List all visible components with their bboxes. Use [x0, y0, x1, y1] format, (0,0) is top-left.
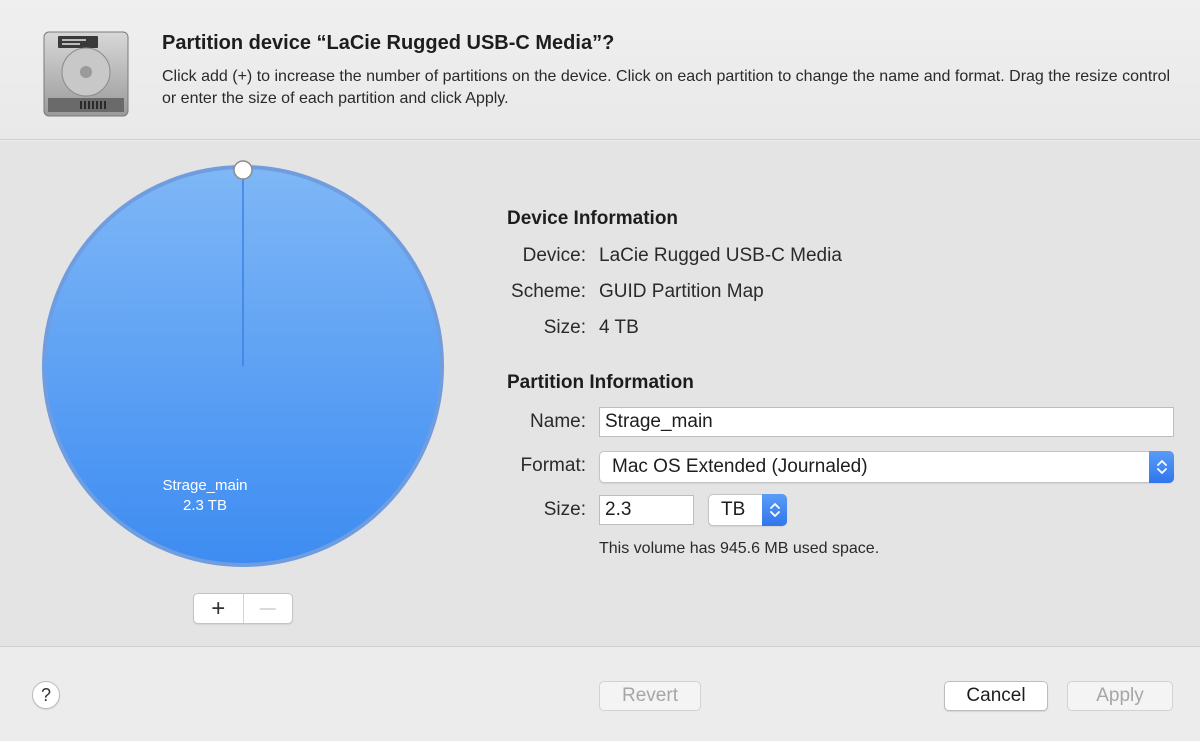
add-remove-partition-control: + — — [193, 593, 293, 624]
partition-info-heading: Partition Information — [507, 372, 694, 393]
revert-button[interactable]: Revert — [599, 681, 701, 711]
chevron-up-down-icon — [1149, 451, 1174, 483]
name-label: Name: — [530, 411, 586, 432]
device-size-label: Size: — [543, 317, 586, 338]
dialog-description: Click add (+) to increase the number of … — [162, 68, 1171, 107]
add-partition-button[interactable]: + — [194, 594, 243, 623]
resize-handle[interactable] — [233, 160, 253, 180]
partition-panel: Strage_main 2.3 TB + — Device Informatio… — [0, 141, 1200, 647]
size-unit-value: TB — [721, 499, 746, 520]
help-button[interactable]: ? — [32, 681, 60, 709]
pie-partition-label: Strage_main 2.3 TB — [143, 476, 267, 516]
scheme-label: Scheme: — [511, 281, 586, 302]
partition-size-field[interactable]: 2.3 — [599, 495, 694, 525]
format-popup[interactable]: Mac OS Extended (Journaled) — [599, 451, 1174, 483]
partition-size-label: Size: — [543, 499, 586, 520]
pie-partition-size: 2.3 TB — [183, 497, 227, 514]
format-label: Format: — [520, 455, 586, 476]
chevron-up-down-icon — [762, 494, 787, 526]
scheme-value: GUID Partition Map — [599, 281, 764, 302]
device-info-heading: Device Information — [507, 208, 679, 229]
minus-icon: — — [259, 599, 276, 617]
apply-button[interactable]: Apply — [1067, 681, 1173, 711]
pie-partition-name: Strage_main — [162, 477, 248, 494]
plus-icon: + — [211, 594, 226, 622]
size-unit-popup[interactable]: TB — [708, 494, 787, 526]
device-value: LaCie Rugged USB-C Media — [599, 245, 842, 266]
dialog-header: Partition device “LaCie Rugged USB-C Med… — [0, 0, 1200, 140]
cancel-button[interactable]: Cancel — [944, 681, 1048, 711]
device-size-value: 4 TB — [599, 317, 639, 338]
external-hard-drive-icon — [40, 28, 132, 120]
device-label: Device: — [522, 245, 586, 266]
format-value: Mac OS Extended (Journaled) — [612, 456, 868, 477]
remove-partition-button[interactable]: — — [242, 594, 293, 623]
used-space-note: This volume has 945.6 MB used space. — [599, 540, 880, 557]
dialog-footer: ? Revert Cancel Apply — [0, 648, 1200, 741]
dialog-title: Partition device “LaCie Rugged USB-C Med… — [162, 32, 615, 54]
partition-name-field[interactable]: Strage_main — [599, 407, 1174, 437]
